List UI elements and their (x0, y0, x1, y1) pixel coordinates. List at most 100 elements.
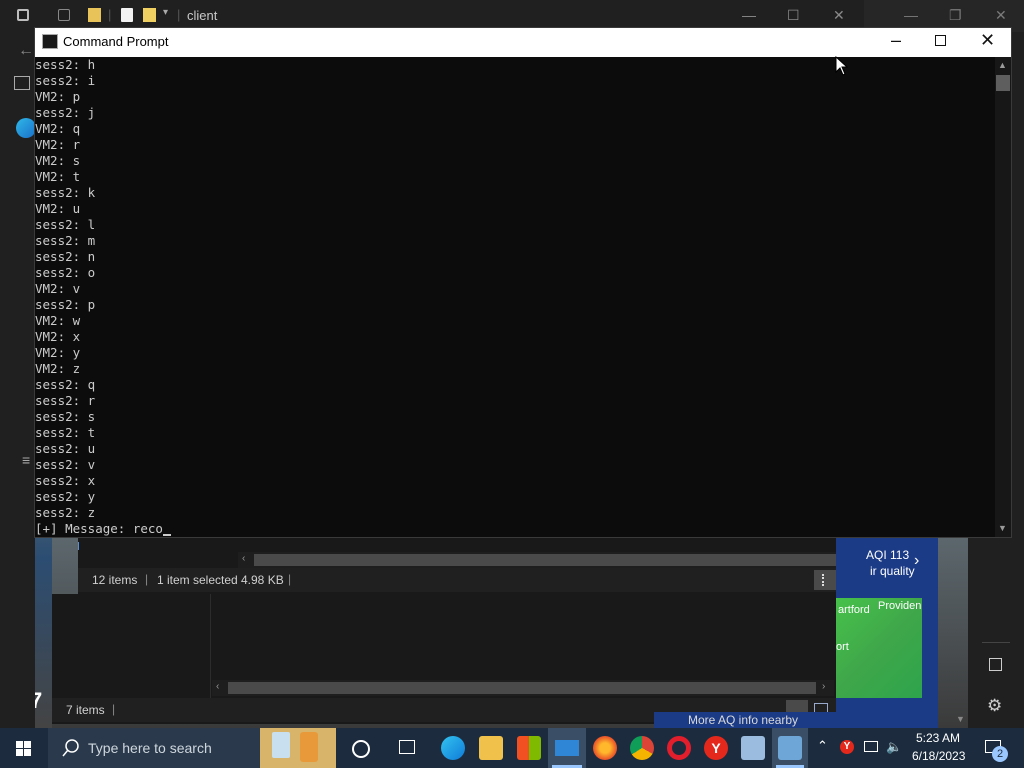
console-line: sess2: s (35, 409, 96, 424)
maximize-icon[interactable] (935, 35, 946, 46)
console-line: sess2: k (35, 185, 96, 200)
chevron-right-icon[interactable]: › (914, 552, 919, 570)
console-line: VM2: v (35, 281, 81, 296)
properties-icon[interactable] (121, 8, 133, 22)
more-aq-info-link[interactable]: More AQ info nearby (654, 712, 836, 728)
cmd-titlebar[interactable]: Command Prompt – ✕ (35, 28, 1011, 57)
console-line: sess2: v (35, 457, 96, 472)
console-line: sess2: r (35, 393, 96, 408)
console-line: sess2: n (35, 249, 96, 264)
separator-icon: | (177, 7, 181, 22)
network-app-icon (778, 736, 802, 760)
scroll-left-icon[interactable]: ‹ (242, 553, 245, 564)
console-line: VM2: p (35, 89, 81, 104)
close-icon[interactable]: ✕ (833, 7, 845, 24)
cmd-taskbar-button[interactable] (772, 728, 808, 768)
command-prompt-window[interactable]: Command Prompt – ✕ sess2: h sess2: i VM2: … (35, 28, 1011, 537)
restore-icon[interactable]: ❐ (949, 7, 962, 24)
minimize-icon[interactable]: — (904, 7, 918, 23)
separator: | (112, 702, 116, 716)
console-output[interactable]: sess2: h sess2: i VM2: p sess2: j VM2: q VM2:… (35, 57, 995, 537)
firefox-icon[interactable] (593, 736, 617, 760)
chrome-icon[interactable] (630, 736, 654, 760)
edge-icon[interactable] (441, 736, 465, 760)
mail-taskbar-button[interactable] (548, 728, 586, 768)
minimize-icon[interactable]: – (891, 30, 901, 51)
network-icon[interactable] (864, 741, 878, 752)
scrollbar-thumb[interactable] (996, 75, 1010, 91)
back-arrow-icon[interactable]: ← (18, 42, 34, 60)
clock-time[interactable]: 5:23 AM (916, 731, 960, 745)
scroll-up-icon[interactable]: ▲ (998, 60, 1007, 70)
volume-muted-icon[interactable]: 🔈 (886, 739, 902, 755)
file-explorer-icon[interactable] (479, 736, 503, 760)
scroll-right-icon[interactable]: › (822, 681, 825, 692)
scroll-left-icon[interactable]: ‹ (216, 681, 219, 692)
window-icon (17, 9, 29, 21)
mouse-cursor-icon (835, 56, 849, 76)
caret (78, 542, 79, 550)
console-line: VM2: z (35, 361, 81, 376)
console-line: VM2: t (35, 169, 81, 184)
weather-widget[interactable]: AQI 113 ir quality › artford Providen or… (836, 538, 938, 728)
maximize-icon[interactable]: ☐ (787, 7, 800, 24)
opera-icon[interactable] (667, 736, 691, 760)
selection-count: 1 item selected (157, 573, 238, 587)
scroll-down-icon[interactable]: ▼ (956, 714, 965, 724)
selection-size: 4.98 KB (241, 573, 284, 587)
yandex-tray-icon[interactable]: Y (840, 740, 854, 754)
remote-desktop-icon[interactable] (741, 736, 765, 760)
folder-icon[interactable] (88, 8, 101, 22)
menu-icon[interactable]: ≡ (22, 452, 30, 468)
map-city-label: ort (836, 641, 849, 653)
console-line: sess2: h (35, 57, 96, 72)
details-glyph (822, 574, 830, 586)
text-cursor (162, 534, 171, 536)
clock-date[interactable]: 6/18/2023 (912, 749, 965, 763)
close-icon[interactable]: ✕ (995, 7, 1007, 24)
map-city-label: artford (838, 604, 870, 616)
yandex-icon[interactable]: Y (704, 736, 728, 760)
chevron-down-icon[interactable]: ▾ (163, 7, 168, 18)
separator: | (145, 572, 149, 586)
notification-center-button[interactable]: 2 (980, 728, 1024, 768)
show-hidden-icons-icon[interactable]: ⌃ (817, 738, 828, 754)
search-placeholder: Type here to search (88, 740, 212, 756)
aqi-value: AQI 113 (866, 548, 910, 562)
scroll-down-icon[interactable]: ▼ (998, 523, 1007, 533)
scrollbar-thumb[interactable] (254, 554, 842, 566)
edge-icon[interactable] (16, 118, 36, 138)
gear-icon[interactable]: ⚙ (987, 696, 1002, 716)
horizontal-scrollbar-2[interactable]: ‹ › (212, 680, 834, 696)
console-line: sess2: z (35, 505, 96, 520)
explorer-title: client (187, 8, 218, 23)
new-folder-icon[interactable] (143, 8, 156, 22)
mail-icon (555, 740, 579, 756)
calendar-icon[interactable] (58, 9, 70, 21)
folder-outline-icon[interactable] (14, 76, 30, 90)
task-view-icon[interactable] (399, 740, 415, 754)
console-line: VM2: u (35, 201, 81, 216)
console-line: VM2: s (35, 153, 81, 168)
console-line: sess2: q (35, 377, 96, 392)
highlight-figure (300, 732, 318, 762)
console-line: VM2: x (35, 329, 81, 344)
taskbar: Type here to search Y ⌃ Y 🔈 5:23 AM 6/18… (0, 728, 1024, 768)
start-button[interactable] (0, 728, 48, 768)
close-icon[interactable]: ✕ (980, 30, 995, 51)
vertical-scrollbar[interactable]: ▲ ▼ (995, 57, 1011, 537)
minimize-icon[interactable]: — (742, 7, 756, 23)
console-input-line[interactable]: [+] Message: reco (35, 521, 995, 537)
scrollbar-thumb[interactable] (228, 682, 816, 694)
separator: | (288, 572, 292, 586)
search-box[interactable]: Type here to search (48, 728, 336, 768)
horizontal-scrollbar[interactable]: ‹ › (238, 552, 862, 568)
console-line: VM2: w (35, 313, 81, 328)
console-line: sess2: j (35, 105, 96, 120)
cortana-icon[interactable] (352, 740, 370, 758)
store-icon[interactable] (517, 736, 541, 760)
console-line: sess2: y (35, 489, 96, 504)
panel-toggle-icon[interactable] (989, 658, 1002, 671)
details-view-icon[interactable] (814, 570, 836, 590)
cmd-window-title: Command Prompt (63, 34, 169, 49)
